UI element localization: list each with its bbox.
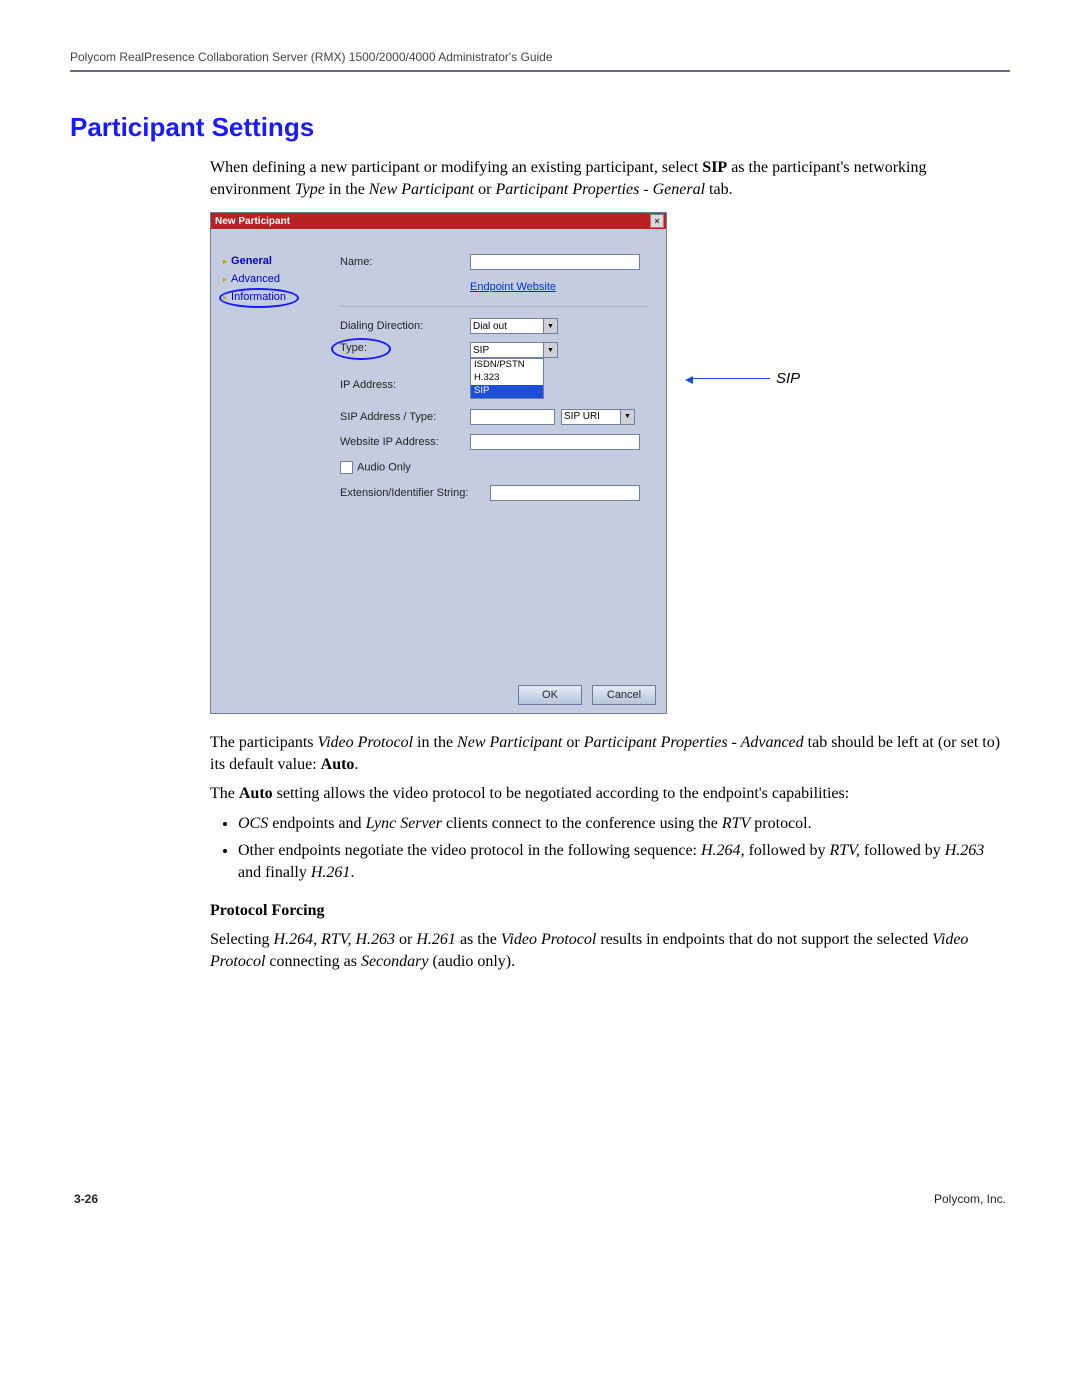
page-number: 3-26 — [74, 1192, 98, 1206]
sip-type-dropdown[interactable]: ▼ — [561, 409, 635, 425]
dialog-sidebar: ▸General ▸Advanced ▸Information — [211, 229, 326, 679]
protocol-forcing-para: Selecting H.264, RTV, H.263 or H.261 as … — [210, 929, 1010, 972]
audio-only-checkbox[interactable] — [340, 461, 353, 474]
dialing-direction-dropdown[interactable]: ▼ — [470, 318, 558, 334]
extension-input[interactable] — [490, 485, 640, 501]
label-name: Name: — [340, 256, 470, 268]
label-dialing-direction: Dialing Direction: — [340, 320, 470, 332]
sip-address-input[interactable] — [470, 409, 555, 425]
footer-company: Polycom, Inc. — [934, 1192, 1006, 1206]
cancel-button[interactable]: Cancel — [592, 685, 656, 705]
label-audio-only: Audio Only — [357, 462, 411, 474]
new-participant-dialog: New Participant × ▸General ▸Advanced ▸In… — [210, 212, 667, 714]
header-rule — [70, 70, 1010, 72]
dialog-form: Name: Endpoint Website Dialing Direction… — [326, 229, 666, 679]
endpoint-website-link[interactable]: Endpoint Website — [470, 281, 556, 293]
ok-button[interactable]: OK — [518, 685, 582, 705]
body-para-1: The participants Video Protocol in the N… — [210, 732, 1010, 775]
page-header: Polycom RealPresence Collaboration Serve… — [70, 50, 1010, 70]
dialog-title: New Participant — [215, 216, 290, 227]
name-input[interactable] — [470, 254, 640, 270]
label-website-ip: Website IP Address: — [340, 436, 470, 448]
annotation-ellipse — [219, 288, 299, 308]
annotation-ellipse — [331, 338, 391, 360]
type-dropdown-list[interactable]: ISDN/PSTN H.323 SIP — [470, 358, 544, 399]
label-extension: Extension/Identifier String: — [340, 487, 490, 499]
website-ip-input[interactable] — [470, 434, 640, 450]
sidebar-item-general[interactable]: ▸General — [223, 255, 320, 267]
protocol-forcing-heading: Protocol Forcing — [210, 900, 1010, 922]
label-ip-address: IP Address: — [340, 379, 470, 391]
section-title: Participant Settings — [70, 112, 1010, 143]
sidebar-item-information[interactable]: ▸Information — [223, 291, 320, 303]
sip-callout: SIP — [690, 370, 800, 387]
intro-para: When defining a new participant or modif… — [210, 157, 1010, 200]
type-dropdown[interactable]: ▼ — [470, 342, 558, 358]
dialog-titlebar: New Participant × — [211, 213, 666, 229]
sidebar-item-advanced[interactable]: ▸Advanced — [223, 273, 320, 285]
label-sip-address: SIP Address / Type: — [340, 411, 470, 423]
bullet-list: OCS endpoints and Lync Server clients co… — [210, 813, 1010, 884]
close-icon[interactable]: × — [650, 214, 664, 228]
body-para-2: The Auto setting allows the video protoc… — [210, 783, 1010, 805]
